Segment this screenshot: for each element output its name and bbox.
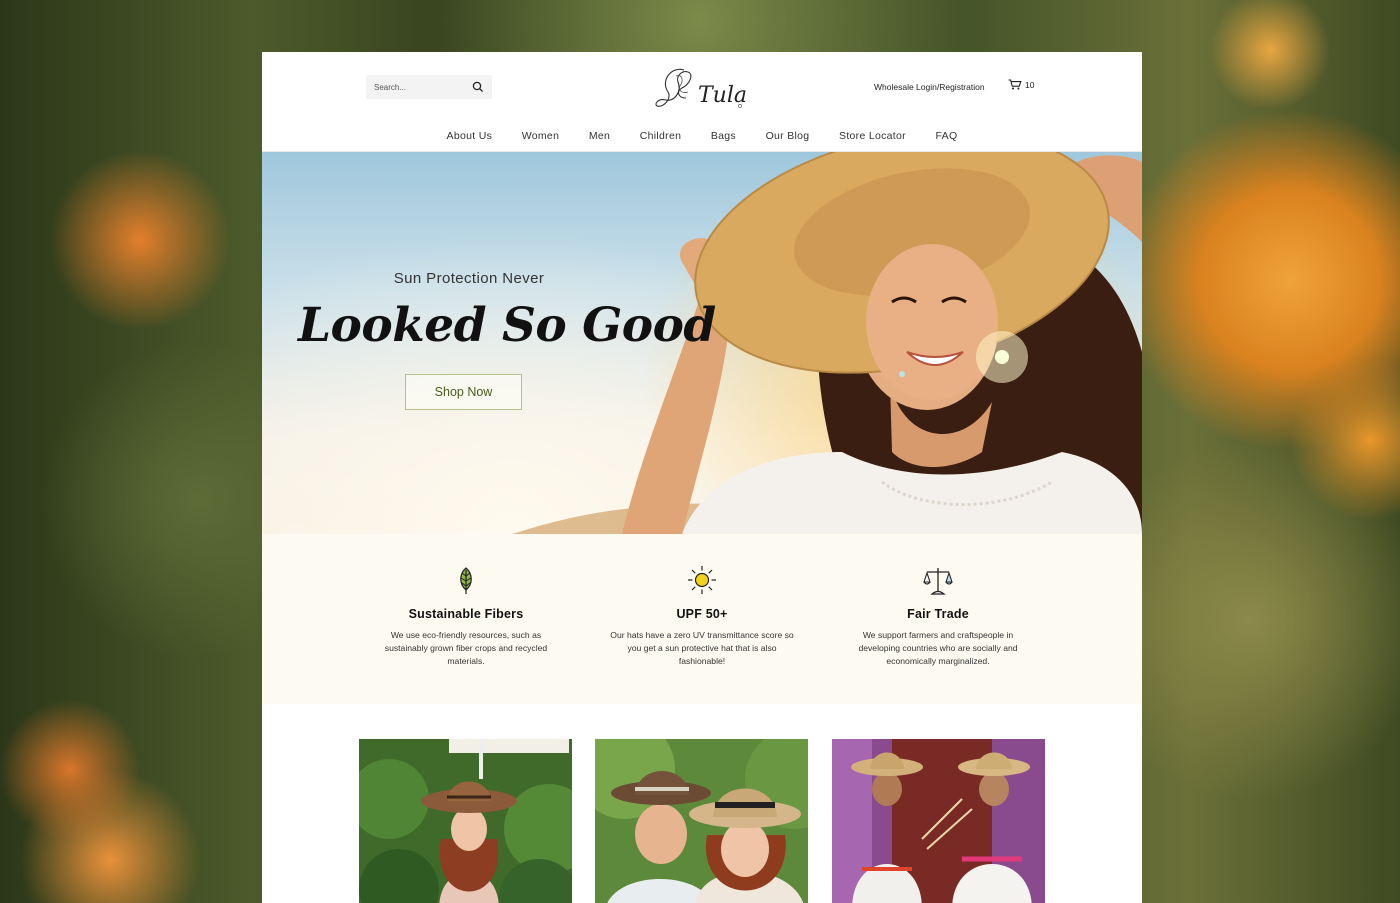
cart-icon [1008, 79, 1022, 90]
hero-banner: Sun Protection Never Looked So Good Shop… [262, 152, 1142, 534]
feature-fair-trade: Fair Trade We support farmers and crafts… [838, 534, 1038, 668]
hero-title: Looked So Good [298, 298, 716, 353]
scale-icon [923, 568, 953, 595]
feature-text: We support farmers and craftspeople in d… [858, 630, 1018, 666]
feature-title: Fair Trade [907, 607, 969, 621]
nav-item-store-locator[interactable]: Store Locator [824, 129, 921, 151]
nav-item-women[interactable]: Women [507, 129, 574, 151]
leaf-icon [460, 567, 472, 594]
nav-item-our-blog[interactable]: Our Blog [751, 129, 824, 151]
wholesale-login-link[interactable]: Wholesale Login/Registration [874, 82, 985, 92]
nav-item-faq[interactable]: FAQ [921, 129, 973, 151]
collection-women-image[interactable] [359, 739, 572, 903]
collection-men-image[interactable] [595, 739, 808, 903]
cart-button[interactable]: 10 [1008, 79, 1034, 90]
feature-text: Our hats have a zero UV transmittance sc… [610, 630, 794, 666]
feature-text: We use eco-friendly resources, such as s… [384, 630, 548, 666]
nav-item-children[interactable]: Children [625, 129, 696, 151]
nav-item-about-us[interactable]: About Us [432, 129, 507, 151]
artisans-weaving-photo [832, 739, 1045, 903]
feature-upf-50: UPF 50+ Our hats have a zero UV transmit… [602, 534, 802, 668]
sun-icon [688, 566, 716, 594]
feature-title: UPF 50+ [676, 607, 728, 621]
feature-title: Sustainable Fibers [408, 607, 524, 621]
couple-in-hats-photo [595, 739, 808, 903]
features-band: Sustainable Fibers We use eco-friendly r… [262, 534, 1142, 704]
main-navigation: About Us Women Men Children Bags Our Blo… [262, 129, 1142, 151]
woman-in-garden-photo [359, 739, 572, 903]
shop-now-button[interactable]: Shop Now [405, 374, 522, 410]
cart-count: 10 [1025, 79, 1035, 90]
website-page: Tula Wholesale Login/Registration 10 Abo… [262, 52, 1142, 903]
hero-subtitle: Sun Protection Never [393, 270, 545, 287]
tula-logo[interactable]: Tula [654, 62, 750, 116]
search-input[interactable] [374, 79, 468, 95]
search-icon[interactable] [472, 81, 484, 93]
nav-item-men[interactable]: Men [574, 129, 625, 151]
search-box[interactable] [366, 75, 492, 99]
feature-sustainable-fibers: Sustainable Fibers We use eco-friendly r… [366, 534, 566, 668]
collection-fair-trade-image[interactable] [832, 739, 1045, 903]
nav-item-bags[interactable]: Bags [696, 129, 751, 151]
